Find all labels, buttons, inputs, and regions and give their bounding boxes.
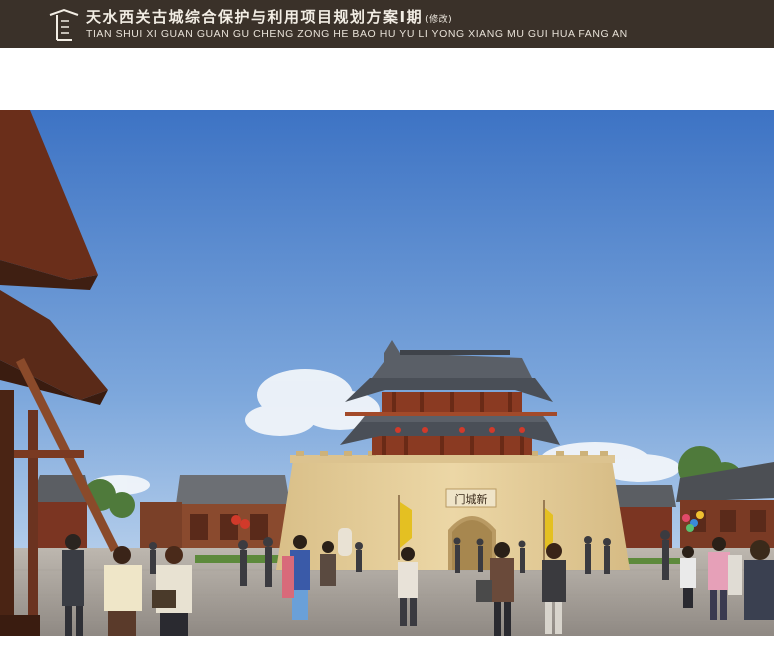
rendering-canvas: 门城新 (0, 110, 774, 636)
architectural-rendering: 门城新 (0, 110, 774, 636)
revision-note: (修改) (425, 15, 453, 25)
pavilion-logo-icon (49, 8, 79, 41)
hedge-right (620, 558, 680, 564)
title-cn-text: 天水西关古城综合保护与利用项目规划方案Ⅰ期 (86, 8, 424, 26)
header-bar: 天水西关古城综合保护与利用项目规划方案Ⅰ期 (修改) TIAN SHUI XI G… (0, 0, 774, 48)
project-title-en: TIAN SHUI XI GUAN GUAN GU CHENG ZONG HE … (86, 28, 628, 40)
project-title-cn: 天水西关古城综合保护与利用项目规划方案Ⅰ期 (修改) (86, 6, 452, 27)
gate-plaque-text: 门城新 (455, 492, 488, 506)
